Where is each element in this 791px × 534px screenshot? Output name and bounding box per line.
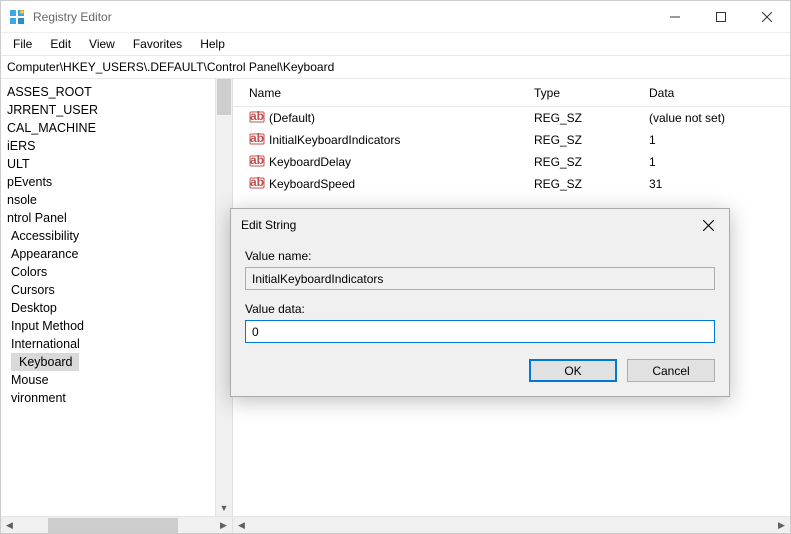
string-value-icon: ab — [249, 175, 265, 194]
close-button[interactable] — [744, 2, 790, 32]
dialog-body: Value name: InitialKeyboardIndicators Va… — [231, 241, 729, 396]
tree-node[interactable]: Cursors — [3, 281, 232, 299]
dialog-title: Edit String — [241, 218, 687, 232]
tree-node[interactable]: Appearance — [3, 245, 232, 263]
scroll-down-icon[interactable]: ▼ — [216, 499, 232, 516]
cell-name: abKeyboardSpeed — [249, 175, 534, 194]
window-title: Registry Editor — [33, 10, 652, 24]
value-data-input[interactable] — [245, 320, 715, 343]
tree-node[interactable]: Desktop — [3, 299, 232, 317]
svg-text:ab: ab — [250, 175, 264, 189]
tree-node[interactable]: JRRENT_USER — [3, 101, 232, 119]
menu-favorites[interactable]: Favorites — [125, 35, 190, 53]
column-type[interactable]: Type — [534, 86, 649, 100]
h-thumb[interactable] — [48, 518, 178, 533]
cell-type: REG_SZ — [534, 155, 649, 169]
menu-view[interactable]: View — [81, 35, 123, 53]
cell-name: abInitialKeyboardIndicators — [249, 131, 534, 150]
string-value-icon: ab — [249, 153, 265, 172]
column-data[interactable]: Data — [649, 86, 790, 100]
svg-text:ab: ab — [250, 153, 264, 167]
cell-type: REG_SZ — [534, 177, 649, 191]
tree-node[interactable]: ASSES_ROOT — [3, 83, 232, 101]
tree-node[interactable]: nsole — [3, 191, 232, 209]
dialog-titlebar[interactable]: Edit String — [231, 209, 729, 241]
regedit-icon — [9, 9, 25, 25]
tree-node[interactable]: iERS — [3, 137, 232, 155]
ok-button[interactable]: OK — [529, 359, 617, 382]
scroll-left-icon[interactable]: ◀ — [233, 517, 250, 534]
cell-type: REG_SZ — [534, 133, 649, 147]
string-value-icon: ab — [249, 131, 265, 150]
tree-node[interactable]: ntrol Panel — [3, 209, 232, 227]
tree-node[interactable]: ULT — [3, 155, 232, 173]
list-row[interactable]: abInitialKeyboardIndicatorsREG_SZ1 — [249, 129, 790, 151]
tree-node[interactable]: International — [3, 335, 232, 353]
cell-name: abKeyboardDelay — [249, 153, 534, 172]
value-name-label: Value name: — [245, 249, 715, 263]
h-track[interactable] — [250, 517, 773, 534]
tree-node[interactable]: Input Method — [3, 317, 232, 335]
cell-name: ab(Default) — [249, 109, 534, 128]
cell-data: 1 — [649, 155, 790, 169]
tree-node[interactable]: CAL_MACHINE — [3, 119, 232, 137]
cancel-button[interactable]: Cancel — [627, 359, 715, 382]
tree-horizontal-scrollbar[interactable]: ◀ ▶ — [1, 516, 232, 533]
menu-bar: File Edit View Favorites Help — [1, 33, 790, 55]
minimize-button[interactable] — [652, 2, 698, 32]
window-controls — [652, 2, 790, 32]
h-track[interactable] — [18, 517, 215, 534]
tree-node[interactable]: Colors — [3, 263, 232, 281]
svg-text:ab: ab — [250, 131, 264, 145]
dialog-buttons: OK Cancel — [245, 359, 715, 382]
tree-node[interactable]: Keyboard — [11, 353, 79, 371]
scroll-right-icon[interactable]: ▶ — [215, 517, 232, 534]
tree-node[interactable]: pEvents — [3, 173, 232, 191]
registry-path: Computer\HKEY_USERS\.DEFAULT\Control Pan… — [7, 60, 784, 74]
list-row[interactable]: ab(Default)REG_SZ(value not set) — [249, 107, 790, 129]
edit-string-dialog: Edit String Value name: InitialKeyboardI… — [230, 208, 730, 397]
menu-edit[interactable]: Edit — [42, 35, 79, 53]
address-bar[interactable]: Computer\HKEY_USERS\.DEFAULT\Control Pan… — [1, 55, 790, 79]
maximize-button[interactable] — [698, 2, 744, 32]
list-horizontal-scrollbar[interactable]: ◀ ▶ — [233, 516, 790, 533]
titlebar: Registry Editor — [1, 1, 790, 33]
cell-data: 1 — [649, 133, 790, 147]
value-name-field: InitialKeyboardIndicators — [245, 267, 715, 290]
tree-pane: ASSES_ROOTJRRENT_USERCAL_MACHINEiERSULTp… — [1, 79, 233, 533]
menu-help[interactable]: Help — [192, 35, 233, 53]
dialog-close-button[interactable] — [687, 211, 729, 239]
list-row[interactable]: abKeyboardSpeedREG_SZ31 — [249, 173, 790, 195]
value-data-label: Value data: — [245, 302, 715, 316]
tree-node[interactable]: Accessibility — [3, 227, 232, 245]
string-value-icon: ab — [249, 109, 265, 128]
tree-node[interactable]: Mouse — [3, 371, 232, 389]
tree-view[interactable]: ASSES_ROOTJRRENT_USERCAL_MACHINEiERSULTp… — [1, 79, 232, 516]
svg-text:ab: ab — [250, 109, 264, 123]
list-header: Name Type Data — [233, 79, 790, 107]
cell-data: (value not set) — [649, 111, 790, 125]
tree-node[interactable]: vironment — [3, 389, 232, 407]
cell-data: 31 — [649, 177, 790, 191]
scroll-left-icon[interactable]: ◀ — [1, 517, 18, 534]
scroll-right-icon[interactable]: ▶ — [773, 517, 790, 534]
menu-file[interactable]: File — [5, 35, 40, 53]
list-row[interactable]: abKeyboardDelayREG_SZ1 — [249, 151, 790, 173]
registry-editor-window: Registry Editor File Edit View Favorites… — [0, 0, 791, 534]
cell-type: REG_SZ — [534, 111, 649, 125]
scroll-thumb[interactable] — [217, 79, 231, 115]
column-name[interactable]: Name — [249, 86, 534, 100]
